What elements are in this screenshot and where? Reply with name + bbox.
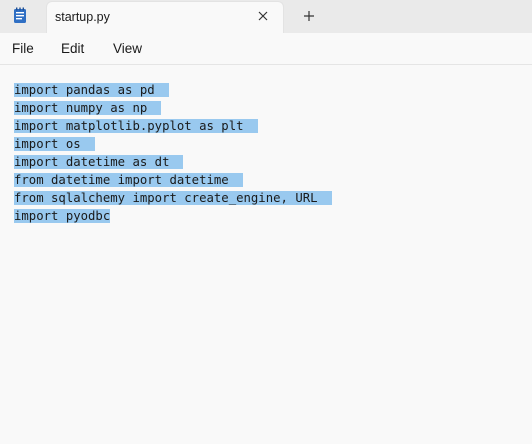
text-editor[interactable]: import pandas as pd import numpy as np i…: [0, 65, 532, 444]
code-line-5: import datetime as dt: [14, 153, 184, 171]
notepad-icon: [14, 7, 26, 23]
plus-icon[interactable]: [301, 8, 317, 24]
menu-file[interactable]: File: [12, 41, 34, 56]
menu-bar: File Edit View: [0, 33, 532, 65]
close-icon[interactable]: [255, 8, 271, 24]
code-line-8: import pyodbc: [14, 209, 111, 223]
tab-bar: startup.py: [0, 0, 532, 33]
menu-edit[interactable]: Edit: [61, 41, 84, 56]
code-line-2: import numpy as np: [14, 99, 162, 117]
code-line-1: import pandas as pd: [14, 81, 169, 99]
code-line-4: import os: [14, 135, 95, 153]
tab-startup-py[interactable]: startup.py: [46, 1, 284, 33]
menu-view[interactable]: View: [113, 41, 142, 56]
code-line-3: import matplotlib.pyplot as plt: [14, 117, 258, 135]
tab-title: startup.py: [55, 10, 110, 24]
code-line-6: from datetime import datetime: [14, 171, 243, 189]
code-line-7: from sqlalchemy import create_engine, UR…: [14, 189, 332, 207]
